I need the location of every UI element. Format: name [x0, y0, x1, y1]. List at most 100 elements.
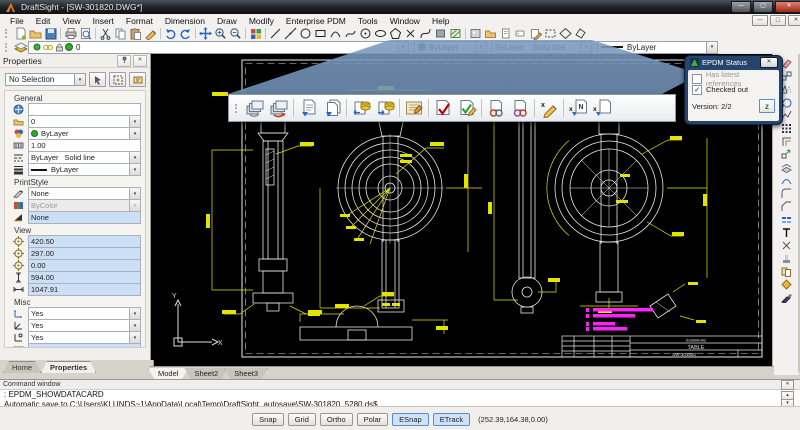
print-icon[interactable]: [63, 27, 78, 40]
options-button[interactable]: [129, 72, 146, 87]
copy-icon[interactable]: [113, 27, 128, 40]
menu-window[interactable]: Window: [384, 16, 426, 26]
get-version-no-overwrite-icon[interactable]: xN: [566, 97, 590, 119]
chevron-down-icon[interactable]: ▾: [74, 74, 85, 85]
chevron-down-icon[interactable]: ▾: [706, 42, 717, 53]
lineweight-field[interactable]: ByLayer▾: [28, 163, 141, 176]
chevron-down-icon[interactable]: ▾: [397, 42, 408, 53]
menu-dimension[interactable]: Dimension: [159, 16, 211, 26]
tag-icon[interactable]: [513, 27, 528, 40]
menu-help[interactable]: Help: [426, 16, 455, 26]
show-data-card-icon[interactable]: [402, 97, 426, 119]
save-to-vault-icon[interactable]: [267, 97, 291, 119]
arc-edit-icon[interactable]: [779, 175, 794, 186]
selection-box-icon[interactable]: [543, 27, 558, 40]
open-from-vault-icon[interactable]: [243, 97, 267, 119]
mdi-minimize-button[interactable]: —: [752, 15, 768, 26]
open-file-icon[interactable]: [28, 27, 43, 40]
attach-ref-icon[interactable]: [483, 27, 498, 40]
polygon-tool-icon[interactable]: [388, 27, 403, 40]
brush-icon[interactable]: [779, 292, 794, 303]
layer-combo[interactable]: 0 ▾: [28, 41, 409, 54]
quick-select-button[interactable]: [109, 72, 126, 87]
text-tool-icon[interactable]: [779, 227, 794, 238]
menu-format[interactable]: Format: [120, 16, 159, 26]
panel-close-icon[interactable]: ✕: [133, 55, 147, 67]
scale-icon[interactable]: [779, 149, 794, 160]
edit-approve-icon[interactable]: [455, 97, 479, 119]
ellipse-tool-icon[interactable]: [373, 27, 388, 40]
zoom-out-icon[interactable]: [228, 27, 243, 40]
undo-icon[interactable]: [163, 27, 178, 40]
circle-tool-icon[interactable]: [298, 27, 313, 40]
paste-icon[interactable]: [128, 27, 143, 40]
new-file-icon[interactable]: [13, 27, 28, 40]
rectangle-tool-icon[interactable]: [313, 27, 328, 40]
small-doc-icon[interactable]: [498, 27, 513, 40]
get-version-icon[interactable]: [320, 97, 344, 119]
properties-painter-icon[interactable]: [143, 27, 158, 40]
save-icon[interactable]: [43, 27, 58, 40]
chevron-down-icon[interactable]: ▾: [475, 42, 486, 53]
toolbar-grip[interactable]: [5, 29, 10, 38]
diamond-tool-icon[interactable]: [558, 27, 573, 40]
cut-icon[interactable]: [98, 27, 113, 40]
menu-view[interactable]: View: [56, 16, 86, 26]
minimize-button[interactable]: —: [731, 1, 751, 13]
contains-icon[interactable]: [484, 97, 508, 119]
zoom-in-icon[interactable]: [213, 27, 228, 40]
chevron-down-icon[interactable]: ▾: [580, 42, 591, 53]
layers-preview-icon[interactable]: [779, 162, 794, 173]
epdm-status-titlebar[interactable]: EPDM Status ✕: [685, 56, 782, 69]
epdm-close-icon[interactable]: ✕: [760, 57, 778, 68]
linecolor-combo[interactable]: ByLayer ▾: [414, 41, 487, 54]
checked-out-checkbox[interactable]: ✓: [692, 85, 702, 95]
mdi-close-button[interactable]: ✕: [788, 15, 800, 26]
redo-icon[interactable]: [178, 27, 193, 40]
menu-insert[interactable]: Insert: [87, 16, 120, 26]
toolbar-grip[interactable]: [5, 43, 10, 52]
chamfer-icon[interactable]: [779, 201, 794, 212]
change-state-icon[interactable]: [431, 97, 455, 119]
copy-properties-icon[interactable]: [779, 266, 794, 277]
linestyle-combo[interactable]: ByLayer Solid line ▾: [491, 41, 592, 54]
menu-tools[interactable]: Tools: [352, 16, 384, 26]
stamp-icon[interactable]: [779, 253, 794, 264]
line-tool-icon[interactable]: [268, 27, 283, 40]
undo-checkout-icon[interactable]: x: [537, 97, 561, 119]
toggle-etrack[interactable]: ETrack: [433, 413, 470, 426]
pattern-icon[interactable]: [779, 123, 794, 134]
center-circle-tool-icon[interactable]: [358, 27, 373, 40]
menu-modify[interactable]: Modify: [243, 16, 280, 26]
color-fill-icon[interactable]: [779, 279, 794, 290]
close-button[interactable]: ✕: [775, 1, 800, 13]
properties-palette-icon[interactable]: [248, 27, 263, 40]
offset-icon[interactable]: [779, 136, 794, 147]
region-tool-icon[interactable]: [433, 27, 448, 40]
polyline-flag-icon[interactable]: [573, 27, 588, 40]
clear-local-cache-icon[interactable]: x: [590, 97, 614, 119]
get-latest-version-icon[interactable]: [296, 97, 320, 119]
explode-icon[interactable]: [779, 240, 794, 251]
toolbar-grip[interactable]: [235, 104, 240, 113]
select-entities-button[interactable]: [89, 72, 106, 87]
printstyle-file-field[interactable]: None: [28, 211, 141, 224]
has-latest-checkbox[interactable]: ✓: [692, 74, 702, 84]
restore-button[interactable]: ▢: [753, 1, 773, 13]
command-close-icon[interactable]: ✕: [781, 380, 794, 390]
tab-properties[interactable]: Properties: [41, 361, 96, 373]
infinite-line-tool-icon[interactable]: [283, 27, 298, 40]
selection-filter-combo[interactable]: No Selection ▾: [5, 73, 86, 86]
tab-home[interactable]: Home: [3, 361, 41, 373]
toggle-ortho[interactable]: Ortho: [320, 413, 353, 426]
toggle-polar[interactable]: Polar: [357, 413, 389, 426]
check-in-icon[interactable]: [373, 97, 397, 119]
menu-draw[interactable]: Draw: [211, 16, 243, 26]
note-icon[interactable]: [528, 27, 543, 40]
toggle-grid[interactable]: Grid: [288, 413, 316, 426]
spline-tool-icon[interactable]: [418, 27, 433, 40]
menu-file[interactable]: File: [4, 16, 30, 26]
image-ref-icon[interactable]: [468, 27, 483, 40]
toggle-snap[interactable]: Snap: [252, 413, 284, 426]
menu-enterprise-pdm[interactable]: Enterprise PDM: [280, 16, 352, 26]
